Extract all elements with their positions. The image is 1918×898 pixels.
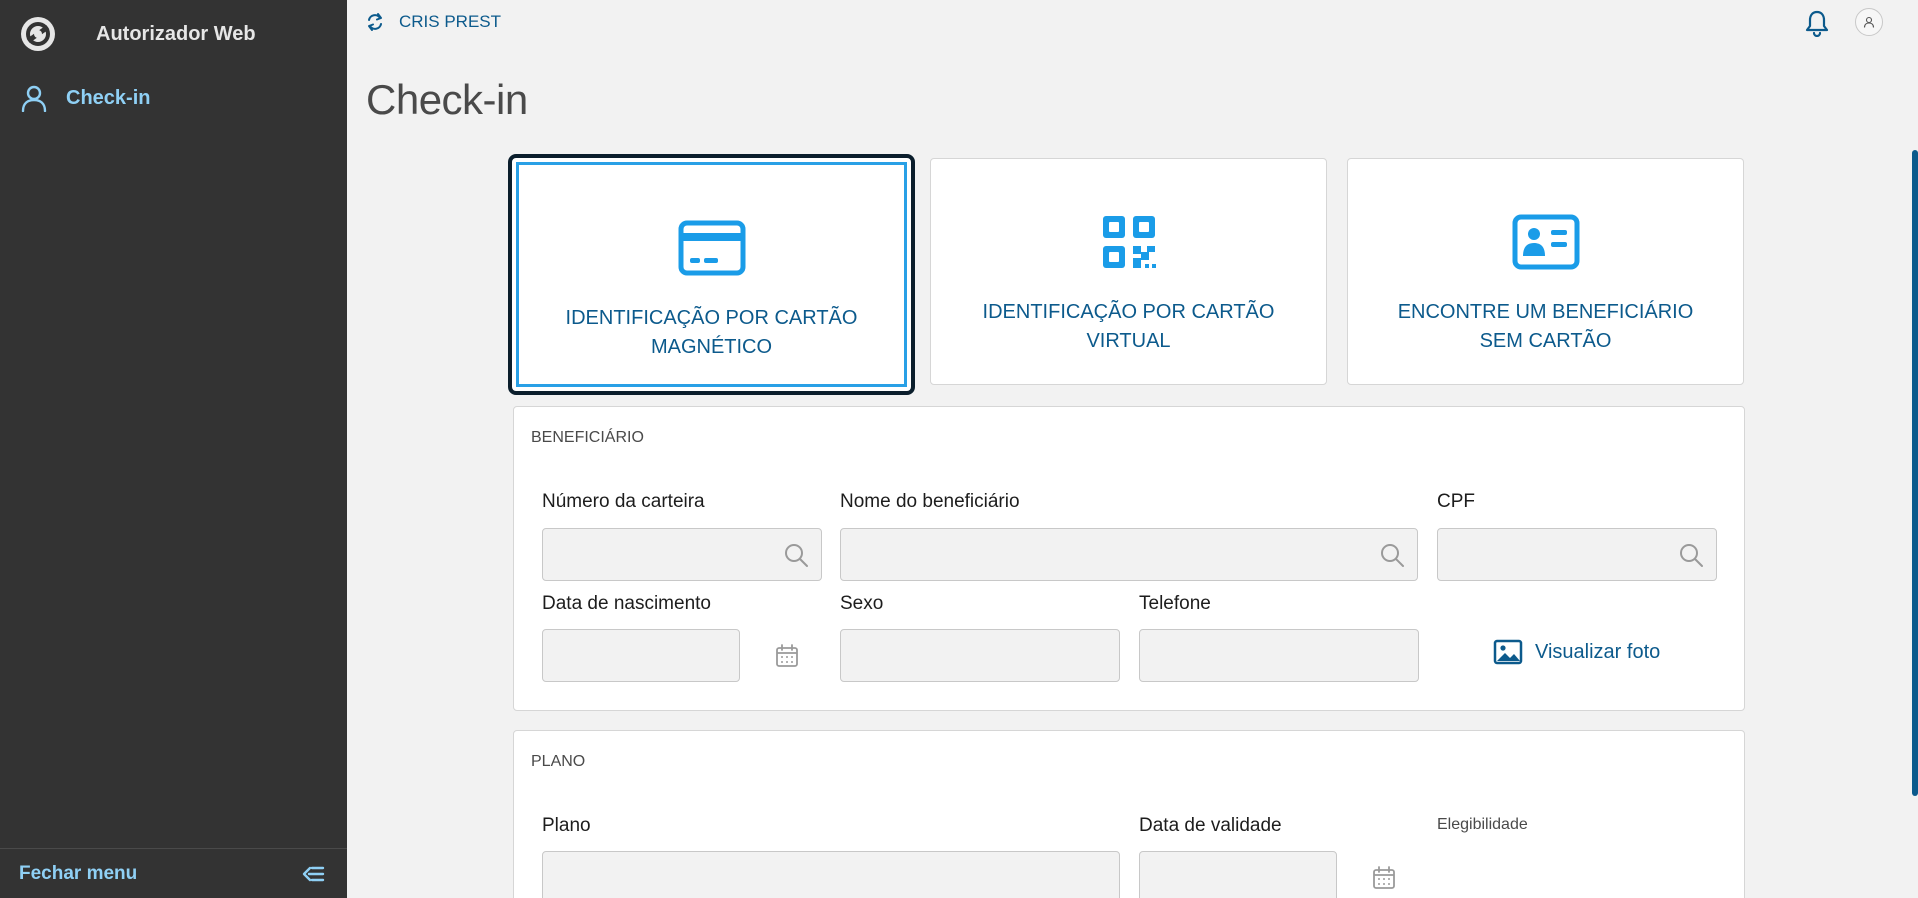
card-number-input[interactable] [542, 528, 822, 581]
swap-icon [368, 13, 382, 31]
beneficiary-panel-title: BENEFICIÁRIO [531, 429, 644, 446]
beneficiary-name-input[interactable] [840, 528, 1418, 581]
cpf-input[interactable] [1437, 528, 1717, 581]
qr-code-icon [1102, 216, 1156, 268]
collapse-menu-icon [302, 866, 325, 881]
close-menu-label: Fechar menu [19, 862, 138, 884]
birth-date-label: Data de nascimento [542, 593, 711, 614]
expiry-date-label: Data de validade [1139, 815, 1282, 836]
calendar-icon[interactable] [774, 643, 800, 669]
page-title: Check-in [366, 76, 528, 123]
plan-input[interactable] [542, 851, 1120, 898]
search-icon[interactable] [783, 542, 809, 568]
beneficiary-panel: BENEFICIÁRIO Número da carteira Nome do … [513, 406, 1745, 711]
card-magnetic-card[interactable]: IDENTIFICAÇÃO POR CARTÃO MAGNÉTICO [508, 154, 915, 395]
card-find-beneficiary[interactable]: ENCONTRE UM BENEFICIÁRIO SEM CARTÃO [1347, 158, 1744, 385]
brand: Autorizador Web [20, 16, 256, 52]
switch-provider-link[interactable]: CRIS PREST [365, 10, 501, 34]
avatar[interactable] [1855, 8, 1883, 36]
credit-card-icon [678, 220, 745, 276]
card-label: IDENTIFICAÇÃO POR CARTÃO VIRTUAL [982, 301, 1275, 352]
card-label: ENCONTRE UM BENEFICIÁRIO SEM CARTÃO [1397, 301, 1694, 352]
image-icon [1493, 639, 1523, 665]
sidebar-item-label: Check-in [66, 86, 151, 109]
search-icon[interactable] [1379, 542, 1405, 568]
phone-label: Telefone [1139, 593, 1211, 614]
user-icon [21, 85, 47, 112]
cpf-label: CPF [1437, 491, 1475, 512]
sidebar-item-check-in[interactable]: Check-in [20, 82, 150, 114]
view-photo-link[interactable]: Visualizar foto [1493, 639, 1660, 665]
eligibility-label: Elegibilidade [1437, 816, 1528, 833]
card-magnetic-card-inner: IDENTIFICAÇÃO POR CARTÃO MAGNÉTICO [516, 162, 907, 387]
sidebar: Autorizador Web Check-in Fechar menu [0, 0, 347, 898]
search-icon[interactable] [1678, 542, 1704, 568]
plan-panel-title: PLANO [531, 753, 586, 770]
logo-icon [21, 17, 55, 51]
scrollbar-thumb[interactable] [1912, 150, 1918, 796]
plan-label: Plano [542, 815, 591, 836]
plan-panel: PLANO Plano Data de validade Elegibilida… [513, 730, 1745, 898]
card-number-label: Número da carteira [542, 491, 705, 512]
view-photo-label: Visualizar foto [1535, 640, 1661, 663]
close-menu-button[interactable]: Fechar menu [0, 848, 347, 898]
app-title: Autorizador Web [96, 22, 256, 45]
sex-input[interactable] [840, 629, 1120, 682]
birth-date-input[interactable] [542, 629, 740, 682]
sex-label: Sexo [840, 593, 884, 614]
card-label: IDENTIFICAÇÃO POR CARTÃO MAGNÉTICO [565, 307, 858, 358]
expiry-date-input[interactable] [1139, 851, 1337, 898]
calendar-icon[interactable] [1371, 865, 1397, 891]
id-card-icon [1512, 214, 1579, 270]
bell-icon[interactable] [1804, 9, 1830, 37]
user-icon [1863, 16, 1875, 28]
phone-input[interactable] [1139, 629, 1419, 682]
provider-name: CRIS PREST [399, 12, 502, 31]
beneficiary-name-label: Nome do beneficiário [840, 491, 1020, 512]
card-virtual-card[interactable]: IDENTIFICAÇÃO POR CARTÃO VIRTUAL [930, 158, 1327, 385]
